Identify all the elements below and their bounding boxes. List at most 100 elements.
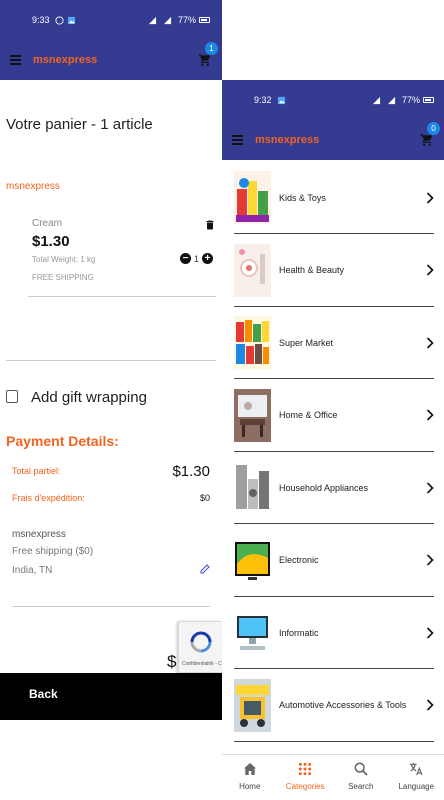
category-kids-toys[interactable]: Kids & Toys — [234, 162, 434, 234]
nav-home[interactable]: Home — [222, 755, 278, 800]
shipping-fee-value: $0 — [199, 493, 210, 503]
health-beauty-image — [234, 243, 271, 297]
status-time: 9:33 — [32, 15, 50, 25]
chevron-right-icon — [426, 699, 434, 711]
edit-icon[interactable] — [199, 563, 211, 575]
gallery-icon — [67, 16, 75, 24]
household-appliances-image — [234, 461, 271, 514]
chevron-right-icon — [426, 554, 434, 566]
app-bar: msnexpress 1 — [0, 40, 222, 80]
category-label: Household Appliances — [279, 482, 369, 493]
nav-home-label: Home — [239, 782, 261, 791]
trash-icon[interactable] — [204, 218, 216, 232]
shipping-store: msnexpress — [12, 529, 66, 540]
shipping-method: Free shipping ($0) — [12, 546, 94, 557]
grid-dots-icon — [299, 762, 312, 776]
nav-search-label: Search — [348, 782, 374, 791]
recaptcha-badge[interactable]: Confidentialité - Conditions — [178, 621, 242, 673]
cart-button[interactable]: 0 — [420, 122, 440, 147]
recaptcha-icon — [190, 631, 212, 653]
cart-icon — [198, 54, 211, 66]
divider — [12, 606, 210, 607]
total-value: $ — [167, 652, 177, 671]
chevron-right-icon — [426, 264, 434, 276]
battery-percent: 77% — [177, 15, 196, 25]
menu-icon[interactable] — [10, 55, 21, 65]
automotive-image — [234, 678, 271, 732]
home-icon — [243, 763, 256, 775]
search-icon — [354, 762, 368, 776]
category-label: Automotive Accessories & Tools — [279, 700, 407, 710]
quantity-value: 1 — [194, 253, 200, 264]
brand-title: msnexpress — [33, 54, 98, 66]
cart-count-badge: 0 — [427, 122, 440, 135]
category-label: Kids & Toys — [279, 192, 326, 203]
cart-button[interactable]: 1 — [198, 42, 218, 67]
brand-title: msnexpress — [255, 134, 320, 146]
battery-percent: 77% — [401, 95, 420, 105]
item-price: $1.30 — [32, 233, 70, 250]
divider — [28, 296, 216, 297]
status-bar: 9:33 77% — [0, 0, 222, 40]
signal-icon-2 — [387, 96, 396, 104]
informatic-image — [234, 606, 271, 659]
category-household-appliances[interactable]: Household Appliances — [234, 452, 434, 524]
super-market-image — [234, 316, 271, 369]
status-right: 77% — [148, 15, 210, 25]
status-right: 77% — [372, 95, 434, 105]
gift-wrapping-label: Add gift wrapping — [31, 389, 147, 406]
chevron-right-icon — [426, 336, 434, 349]
menu-icon[interactable] — [232, 135, 243, 145]
translate-icon — [410, 763, 423, 776]
screenshot-root: 9:33 77% msnexpress 1 Votre panier - 1 a… — [0, 0, 444, 800]
home-office-image — [234, 388, 271, 442]
category-health-beauty[interactable]: Health & Beauty — [234, 235, 434, 307]
nav-categories[interactable]: Categories — [278, 755, 334, 800]
nav-categories-label: Categories — [285, 782, 325, 791]
nav-language[interactable]: Language — [389, 755, 444, 800]
app-bar: msnexpress 0 — [222, 120, 444, 160]
category-super-market[interactable]: Super Market — [234, 307, 434, 379]
chevron-right-icon — [426, 626, 434, 639]
cart-icon — [420, 134, 433, 146]
category-automotive[interactable]: Automotive Accessories & Tools — [234, 670, 434, 742]
category-electronic[interactable]: Electronic — [234, 525, 434, 597]
shipping-fee-label: Frais d'expédition: — [12, 493, 85, 503]
chevron-right-icon — [426, 191, 434, 204]
status-time: 9:32 — [254, 95, 272, 105]
signal-icon — [372, 96, 381, 104]
decrease-button[interactable]: − — [180, 253, 191, 264]
back-button[interactable]: Back — [0, 673, 222, 720]
whatsapp-icon — [54, 15, 64, 25]
bottom-navigation: Home Categories Search Language — [222, 754, 444, 800]
cart-screen: 9:33 77% msnexpress 1 Votre panier - 1 a… — [0, 0, 242, 800]
categories-screen: 9:32 77% msnexpress 0 Kids & Toys Health… — [222, 80, 444, 800]
category-label: Informatic — [279, 627, 319, 638]
battery-icon — [423, 97, 434, 103]
subtotal-value: $1.30 — [172, 463, 210, 480]
increase-button[interactable]: + — [202, 253, 214, 264]
status-bar: 9:32 77% — [222, 80, 444, 120]
gallery-icon — [277, 96, 285, 104]
category-label: Health & Beauty — [279, 265, 345, 275]
nav-search[interactable]: Search — [333, 755, 389, 800]
category-label: Home & Office — [279, 410, 338, 420]
gift-wrapping-checkbox[interactable] — [6, 390, 18, 403]
cart-count-badge: 1 — [205, 42, 218, 55]
store-name[interactable]: msnexpress — [6, 181, 60, 192]
battery-icon — [199, 17, 210, 23]
nav-language-label: Language — [398, 782, 435, 791]
signal-icon — [148, 16, 157, 24]
chevron-right-icon — [426, 481, 434, 494]
chevron-right-icon — [426, 409, 434, 421]
cart-title: Votre panier - 1 article — [6, 116, 153, 133]
kids-toys-image — [234, 171, 271, 224]
payment-title: Payment Details: — [6, 433, 119, 449]
back-label: Back — [29, 687, 58, 701]
category-informatic[interactable]: Informatic — [234, 597, 434, 669]
divider — [6, 360, 216, 361]
item-shipping: FREE SHIPPING — [32, 273, 94, 282]
category-home-office[interactable]: Home & Office — [234, 380, 434, 452]
quantity-stepper: − 1 + — [180, 253, 214, 264]
electronic-image — [234, 533, 271, 587]
